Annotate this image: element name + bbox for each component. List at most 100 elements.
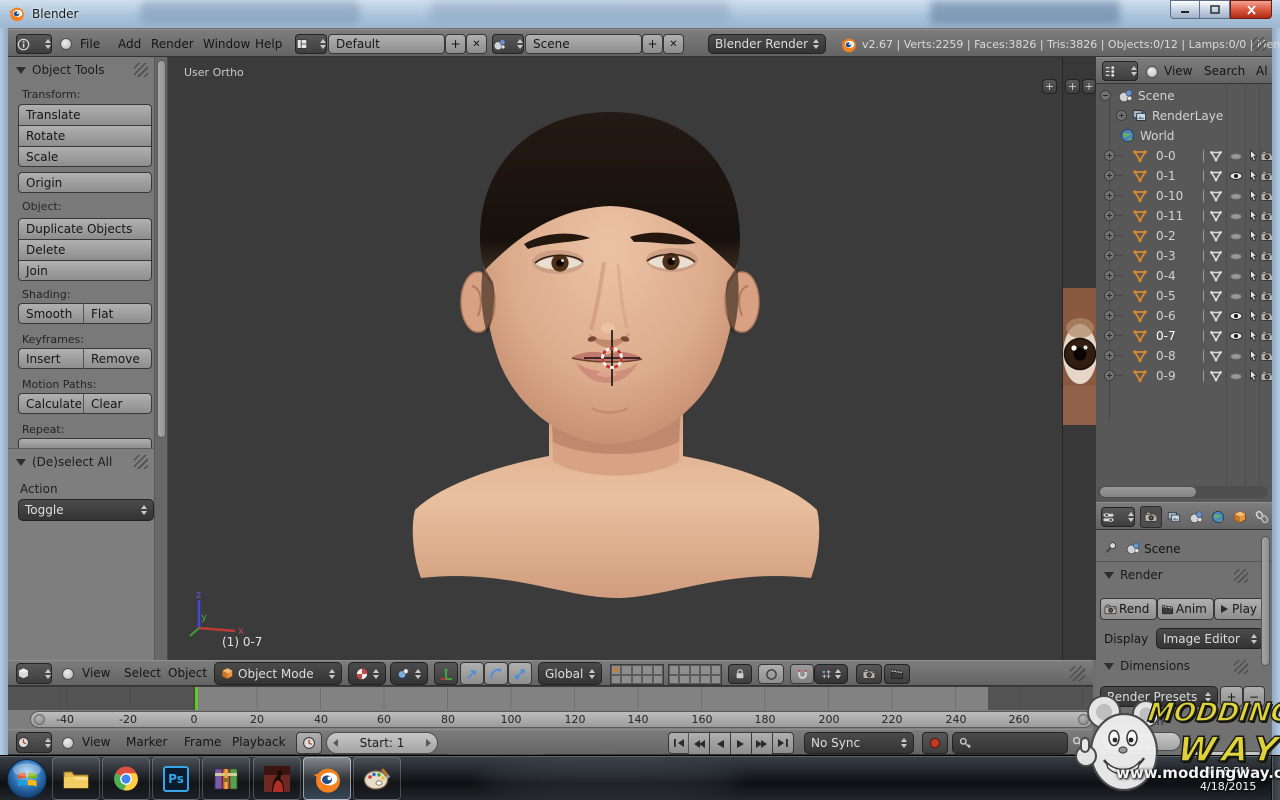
renderable-camera-icon[interactable]	[1260, 169, 1272, 183]
expand-icon[interactable]	[1104, 270, 1115, 281]
outliner-object-row[interactable]: 0-7	[1096, 326, 1272, 346]
layer-cell[interactable]	[690, 665, 700, 675]
visibility-eye-closed-icon[interactable]	[1229, 369, 1243, 383]
scrollbar-thumb[interactable]	[1100, 487, 1196, 497]
play-reverse-button[interactable]	[710, 732, 731, 754]
remove-keyframe-button[interactable]: Remove	[84, 348, 152, 369]
editor-type-button-properties[interactable]	[1101, 507, 1135, 527]
rotate-button[interactable]: Rotate	[18, 125, 152, 146]
properties-scrollbar[interactable]	[1261, 536, 1270, 666]
pin-icon[interactable]	[1104, 541, 1118, 555]
outliner-display-mode-clipped[interactable]: Al	[1256, 64, 1268, 78]
expand-icon[interactable]	[1104, 330, 1115, 341]
layers-grid-1[interactable]	[610, 664, 664, 685]
view3d-menu-object[interactable]: Object	[168, 666, 207, 680]
visibility-eye-closed-icon[interactable]	[1229, 189, 1243, 203]
collapse-menus-toggle[interactable]	[60, 38, 72, 50]
strip-add-panel-button[interactable]: +	[1065, 79, 1080, 94]
remove-preset-button[interactable]: −	[1243, 686, 1265, 707]
use-preview-range-button[interactable]	[296, 732, 322, 754]
viewport-add-panel-button[interactable]: +	[1042, 79, 1057, 94]
layers-grid-2[interactable]	[668, 664, 722, 685]
visibility-eye-closed-icon[interactable]	[1229, 229, 1243, 243]
layer-cell[interactable]	[711, 665, 721, 675]
menu-window[interactable]: Window	[203, 37, 250, 51]
timeline-menu-frame[interactable]: Frame	[184, 735, 221, 749]
outliner-row-world[interactable]: World	[1096, 126, 1272, 146]
scale-button[interactable]: Scale	[18, 146, 152, 167]
layer-cell[interactable]	[621, 665, 631, 675]
selectable-cursor-icon[interactable]	[1247, 229, 1260, 242]
menu-add[interactable]: Add	[118, 37, 141, 51]
delete-layout-button[interactable]: ✕	[466, 34, 487, 54]
layer-cell[interactable]	[621, 675, 631, 685]
menu-render[interactable]: Render	[151, 37, 194, 51]
frame-start-slider[interactable]: Start: 1	[326, 732, 438, 754]
smooth-button[interactable]: Smooth	[18, 303, 84, 324]
tab-render[interactable]	[1140, 506, 1162, 528]
view3d-menu-view[interactable]: View	[82, 666, 110, 680]
layer-cell[interactable]	[700, 675, 710, 685]
visibility-eye-icon[interactable]	[1229, 329, 1243, 343]
renderable-camera-icon[interactable]	[1260, 189, 1272, 203]
lock-to-scene-button[interactable]	[728, 664, 752, 684]
taskbar-chrome-button[interactable]	[102, 757, 150, 800]
renderable-camera-icon[interactable]	[1260, 289, 1272, 303]
taskbar-time[interactable]: 4:58 PM	[1205, 765, 1249, 778]
selectable-cursor-icon[interactable]	[1247, 169, 1260, 182]
header-resize-grip[interactable]	[1252, 37, 1266, 51]
header-resize-grip[interactable]	[1070, 666, 1085, 681]
proportional-edit-button[interactable]	[758, 664, 784, 684]
taskbar-date[interactable]: 4/18/2015	[1200, 780, 1256, 793]
translate-button[interactable]: Translate	[18, 104, 152, 125]
outliner-object-row[interactable]: 0-3	[1096, 246, 1272, 266]
maximize-button[interactable]	[1200, 0, 1230, 19]
renderable-camera-icon[interactable]	[1260, 269, 1272, 283]
visibility-eye-closed-icon[interactable]	[1229, 349, 1243, 363]
layer-cell[interactable]	[669, 665, 679, 675]
layer-cell[interactable]	[669, 675, 679, 685]
jump-to-start-button[interactable]	[668, 732, 689, 754]
visibility-eye-closed-icon[interactable]	[1229, 149, 1243, 163]
renderable-camera-icon[interactable]	[1260, 309, 1272, 323]
visibility-eye-icon[interactable]	[1229, 309, 1243, 323]
origin-button[interactable]: Origin	[18, 172, 152, 193]
renderable-camera-icon[interactable]	[1260, 209, 1272, 223]
visibility-eye-icon[interactable]	[1229, 169, 1243, 183]
layer-cell[interactable]	[679, 665, 689, 675]
outliner-object-row[interactable]: 0-1	[1096, 166, 1272, 186]
collapse-menus-toggle[interactable]	[1146, 66, 1158, 78]
object-tools-panel-header[interactable]: Object Tools	[16, 63, 104, 77]
manipulator-rotate-button[interactable]	[484, 662, 508, 685]
add-layout-button[interactable]: +	[445, 34, 466, 54]
viewport-3d[interactable]: User Ortho	[168, 57, 1062, 660]
delete-scene-button[interactable]: ✕	[663, 34, 684, 54]
snap-element-dropdown[interactable]	[814, 664, 848, 684]
tab-scene[interactable]	[1185, 506, 1207, 528]
keying-set-field[interactable]	[952, 732, 1068, 754]
expand-icon[interactable]	[1104, 310, 1115, 321]
tab-world[interactable]	[1207, 506, 1229, 528]
render-engine-dropdown[interactable]: Blender Render	[708, 34, 826, 54]
expand-icon[interactable]	[1116, 110, 1127, 121]
visibility-eye-closed-icon[interactable]	[1229, 209, 1243, 223]
outliner-object-row[interactable]: 0-11	[1096, 206, 1272, 226]
editor-type-button-timeline[interactable]	[16, 732, 52, 753]
transform-orientation-dropdown[interactable]: Global	[538, 662, 602, 685]
add-preset-button[interactable]: +	[1220, 686, 1243, 707]
auto-keyframe-button[interactable]	[922, 732, 948, 754]
screen-layout-selector[interactable]	[295, 34, 327, 54]
tab-object[interactable]	[1229, 506, 1251, 528]
layer-cell[interactable]	[690, 675, 700, 685]
scrollbar-thumb[interactable]	[157, 60, 166, 438]
layer-cell[interactable]	[653, 675, 663, 685]
timeline-ruler[interactable]: -40 -20 0 20 40 60 80 100 120 140 160 18…	[8, 710, 1093, 729]
resolution-x-field[interactable]: 1920	[1101, 732, 1181, 751]
expand-icon[interactable]	[1104, 290, 1115, 301]
expand-icon[interactable]	[1104, 210, 1115, 221]
expand-icon[interactable]	[1104, 250, 1115, 261]
insert-keyframe-icon-button[interactable]	[1072, 736, 1086, 750]
taskbar-photo-button[interactable]	[253, 757, 301, 800]
scene-name[interactable]: Scene	[525, 34, 642, 54]
add-scene-button[interactable]: +	[642, 34, 663, 54]
